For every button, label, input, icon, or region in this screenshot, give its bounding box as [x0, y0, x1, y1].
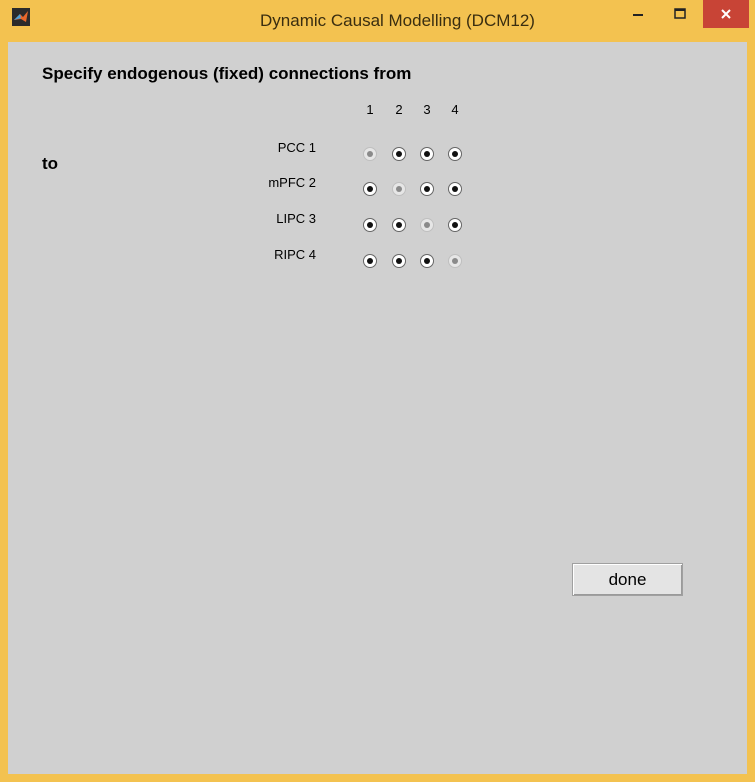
to-label: to: [42, 154, 59, 173]
column-label-2: 2: [395, 102, 403, 117]
connection-radio-r1-c2[interactable]: [392, 147, 406, 161]
connection-radio-r3-c1[interactable]: [363, 218, 377, 232]
connection-radio-r4-c2[interactable]: [392, 254, 406, 268]
connection-radio-r3-c2[interactable]: [392, 218, 406, 232]
done-button[interactable]: done: [572, 563, 683, 596]
close-icon: [721, 9, 731, 19]
connection-radio-r2-c1[interactable]: [363, 182, 377, 196]
connection-radio-r3-c4[interactable]: [448, 218, 462, 232]
row-label-ripc: RIPC 4: [274, 247, 316, 262]
connection-radio-r1-c3[interactable]: [420, 147, 434, 161]
connection-radio-r1-c4[interactable]: [448, 147, 462, 161]
row-label-pcc: PCC 1: [277, 140, 316, 155]
panel-heading: Specify endogenous (fixed) connections f…: [42, 64, 412, 83]
connection-radio-r2-c2[interactable]: [392, 182, 406, 196]
dialog-panel: Specify endogenous (fixed) connections f…: [8, 42, 747, 774]
column-label-1: 1: [366, 102, 374, 117]
column-label-3: 3: [423, 102, 431, 117]
connection-radio-r1-c1[interactable]: [363, 147, 377, 161]
connection-radio-r4-c3[interactable]: [420, 254, 434, 268]
minimize-button[interactable]: [618, 0, 658, 28]
app-window: Dynamic Causal Modelling (DCM12) Specify…: [0, 0, 755, 782]
connection-radio-r2-c3[interactable]: [420, 182, 434, 196]
connection-radio-r3-c3[interactable]: [420, 218, 434, 232]
title-bar[interactable]: Dynamic Causal Modelling (DCM12): [0, 0, 755, 42]
maximize-button[interactable]: [660, 0, 700, 28]
connection-radio-r2-c4[interactable]: [448, 182, 462, 196]
connection-radio-r4-c1[interactable]: [363, 254, 377, 268]
maximize-icon: [674, 8, 686, 19]
connection-radio-r4-c4[interactable]: [448, 254, 462, 268]
close-button[interactable]: [703, 0, 749, 28]
row-label-lipc: LIPC 3: [276, 211, 316, 226]
column-label-4: 4: [451, 102, 459, 117]
row-label-mpfc: mPFC 2: [268, 175, 316, 190]
minimize-icon: [633, 14, 643, 16]
